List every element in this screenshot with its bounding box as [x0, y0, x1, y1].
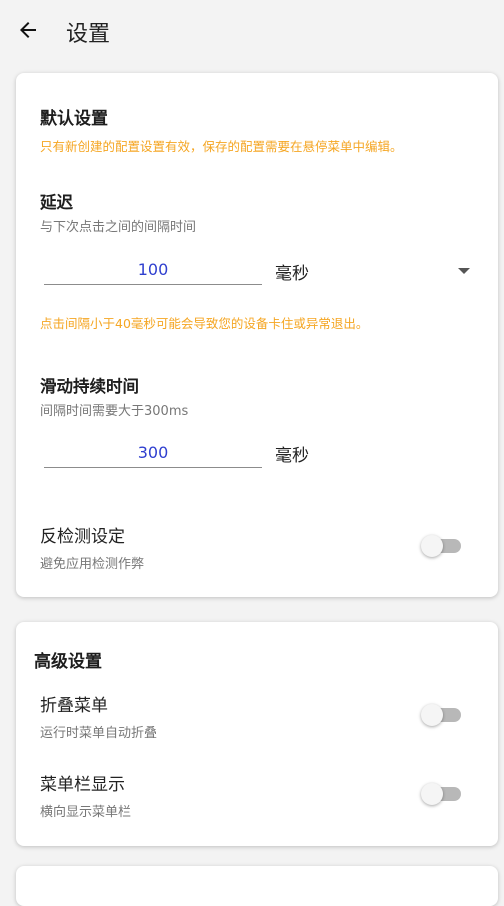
next-settings-card [16, 866, 498, 906]
default-settings-title: 默认设置 [40, 109, 108, 129]
anti-detect-label: 反检测设定 [40, 527, 125, 547]
switch-thumb [421, 535, 443, 557]
delay-unit-select[interactable]: 毫秒 [275, 259, 309, 284]
chevron-down-icon[interactable] [458, 268, 470, 274]
switch-thumb [421, 783, 443, 805]
swipe-duration-input-wrapper [44, 438, 262, 468]
fold-menu-switch[interactable] [421, 703, 461, 727]
back-button[interactable] [12, 14, 44, 46]
switch-thumb [421, 704, 443, 726]
swipe-duration-label: 滑动持续时间 [40, 377, 139, 396]
swipe-duration-input[interactable] [44, 443, 262, 462]
page-title: 设置 [66, 22, 111, 47]
arrow-left-icon [20, 22, 36, 38]
swipe-duration-description: 间隔时间需要大于300ms [40, 404, 189, 419]
delay-description: 与下次点击之间的间隔时间 [40, 220, 197, 235]
fold-menu-label: 折叠菜单 [40, 696, 108, 716]
default-settings-note: 只有新创建的配置设置有效，保存的配置需要在悬停菜单中编辑。 [40, 139, 403, 154]
delay-label: 延迟 [40, 193, 73, 212]
advanced-settings-card: 高级设置 折叠菜单 运行时菜单自动折叠 菜单栏显示 横向显示菜单栏 [16, 622, 498, 846]
swipe-duration-unit: 毫秒 [275, 446, 309, 466]
delay-input-wrapper [44, 255, 262, 285]
advanced-settings-title: 高级设置 [34, 652, 102, 672]
app-bar: 设置 [0, 0, 504, 62]
anti-detect-description: 避免应用检测作弊 [40, 557, 145, 572]
delay-input[interactable] [44, 260, 262, 279]
delay-warning: 点击间隔小于40毫秒可能会导致您的设备卡住或异常退出。 [40, 316, 369, 331]
menu-bar-label: 菜单栏显示 [40, 775, 125, 795]
default-settings-card: 默认设置 只有新创建的配置设置有效，保存的配置需要在悬停菜单中编辑。 延迟 与下… [16, 73, 498, 597]
fold-menu-description: 运行时菜单自动折叠 [40, 726, 158, 741]
menu-bar-description: 横向显示菜单栏 [40, 805, 132, 820]
anti-detect-switch[interactable] [421, 534, 461, 558]
menu-bar-switch[interactable] [421, 782, 461, 806]
